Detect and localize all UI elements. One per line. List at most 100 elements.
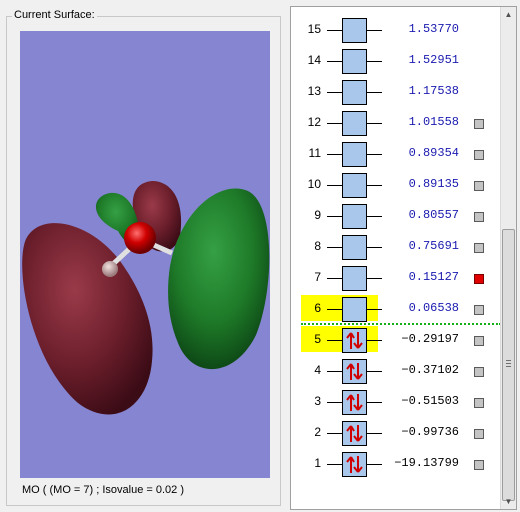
virtual-orbital-box[interactable] bbox=[342, 18, 367, 43]
mo-index: 8 bbox=[314, 239, 321, 253]
mo-energy-value: −19.13799 bbox=[394, 456, 459, 470]
mo-energy-value: 0.89135 bbox=[408, 177, 459, 191]
mo-energy-value: 0.75691 bbox=[408, 239, 459, 253]
mo-energy-value: −0.51503 bbox=[401, 394, 459, 408]
surface-checkbox[interactable] bbox=[474, 305, 484, 315]
electron-pair-icon bbox=[346, 332, 363, 349]
surface-checkbox[interactable] bbox=[474, 429, 484, 439]
occupied-orbital-box[interactable] bbox=[342, 359, 367, 384]
mo-row-11[interactable]: 11 0.89354 bbox=[291, 137, 501, 168]
mo-row-5[interactable]: 5 −0.29197 bbox=[291, 323, 501, 354]
mo-index: 7 bbox=[314, 270, 321, 284]
mo-surface-caption: MO ( (MO = 7) ; Isovalue = 0.02 ) bbox=[22, 484, 184, 496]
mo-index: 12 bbox=[307, 115, 321, 129]
mo-index: 2 bbox=[314, 425, 321, 439]
mo-energy-value: 0.80557 bbox=[408, 208, 459, 222]
mo-energy-value: −0.99736 bbox=[401, 425, 459, 439]
electron-pair-icon bbox=[346, 425, 363, 442]
mo-index: 5 bbox=[314, 332, 321, 346]
spin-down-arrow-icon bbox=[353, 394, 363, 411]
virtual-orbital-box[interactable] bbox=[342, 80, 367, 105]
mo-surface-render bbox=[22, 181, 270, 415]
hydrogen-atom bbox=[102, 261, 118, 277]
virtual-orbital-box[interactable] bbox=[342, 204, 367, 229]
mo-energy-value: −0.37102 bbox=[401, 363, 459, 377]
spin-down-arrow-icon bbox=[353, 332, 363, 349]
mo-row-9[interactable]: 9 0.80557 bbox=[291, 199, 501, 230]
mo-energy-value: 0.89354 bbox=[408, 146, 459, 160]
mo-surface-viewport[interactable] bbox=[20, 31, 270, 478]
surface-checkbox[interactable] bbox=[474, 119, 484, 129]
mo-row-3[interactable]: 3 −0.51503 bbox=[291, 385, 501, 416]
occupied-orbital-box[interactable] bbox=[342, 328, 367, 353]
mo-row-4[interactable]: 4 −0.37102 bbox=[291, 354, 501, 385]
surface-checkbox[interactable] bbox=[474, 367, 484, 377]
surface-checkbox[interactable] bbox=[474, 336, 484, 346]
mo-index: 10 bbox=[307, 177, 321, 191]
virtual-orbital-box[interactable] bbox=[342, 49, 367, 74]
mo-row-12[interactable]: 12 1.01558 bbox=[291, 106, 501, 137]
mo-row-7[interactable]: 7 0.15127 bbox=[291, 261, 501, 292]
vertical-scrollbar[interactable]: ▲ ▼ bbox=[500, 7, 516, 509]
virtual-orbital-box[interactable] bbox=[342, 142, 367, 167]
mo-energy-value: 1.53770 bbox=[408, 22, 459, 36]
electron-pair-icon bbox=[346, 394, 363, 411]
mo-index: 15 bbox=[307, 22, 321, 36]
surface-checkbox[interactable] bbox=[474, 243, 484, 253]
virtual-orbital-box[interactable] bbox=[342, 266, 367, 291]
spin-down-arrow-icon bbox=[353, 456, 363, 473]
spin-up-arrow-icon bbox=[346, 394, 355, 411]
electron-pair-icon bbox=[346, 456, 363, 473]
mo-index: 1 bbox=[314, 456, 321, 470]
mo-row-1[interactable]: 1 −19.13799 bbox=[291, 447, 501, 478]
mo-energy-value: 0.06538 bbox=[408, 301, 459, 315]
mo-row-14[interactable]: 14 1.52951 bbox=[291, 44, 501, 75]
mo-index: 4 bbox=[314, 363, 321, 377]
surface-checkbox[interactable] bbox=[474, 212, 484, 222]
electron-pair-icon bbox=[346, 363, 363, 380]
scrollbar-thumb[interactable] bbox=[502, 229, 515, 501]
mo-energy-value: 1.52951 bbox=[408, 53, 459, 67]
spin-down-arrow-icon bbox=[353, 425, 363, 442]
homo-lumo-gap-line bbox=[301, 323, 501, 325]
mo-index: 14 bbox=[307, 53, 321, 67]
spin-up-arrow-icon bbox=[346, 363, 355, 380]
spin-up-arrow-icon bbox=[346, 425, 355, 442]
mo-row-15[interactable]: 15 1.53770 bbox=[291, 13, 501, 44]
mo-rows: 15 1.53770 14 1.52951 13 1.17538 12 1.01558 11 0.… bbox=[291, 7, 501, 509]
mo-energy-value: 0.15127 bbox=[408, 270, 459, 284]
occupied-orbital-box[interactable] bbox=[342, 421, 367, 446]
virtual-orbital-box[interactable] bbox=[342, 297, 367, 322]
spin-up-arrow-icon bbox=[346, 456, 355, 473]
surface-checkbox[interactable] bbox=[474, 398, 484, 408]
virtual-orbital-box[interactable] bbox=[342, 235, 367, 260]
mo-energy-value: 1.17538 bbox=[408, 84, 459, 98]
occupied-orbital-box[interactable] bbox=[342, 390, 367, 415]
virtual-orbital-box[interactable] bbox=[342, 111, 367, 136]
mo-energy-list[interactable]: 15 1.53770 14 1.52951 13 1.17538 12 1.01558 11 0.… bbox=[290, 6, 517, 510]
mo-row-10[interactable]: 10 0.89135 bbox=[291, 168, 501, 199]
mo-index: 9 bbox=[314, 208, 321, 222]
oxygen-atom bbox=[124, 222, 156, 254]
current-surface-title: Current Surface: bbox=[12, 9, 97, 22]
mo-row-8[interactable]: 8 0.75691 bbox=[291, 230, 501, 261]
arrow-up-icon[interactable]: ▲ bbox=[501, 7, 516, 22]
spin-down-arrow-icon bbox=[353, 363, 363, 380]
mo-row-2[interactable]: 2 −0.99736 bbox=[291, 416, 501, 447]
spin-up-arrow-icon bbox=[346, 332, 355, 349]
large-green-lobe bbox=[168, 188, 270, 370]
virtual-orbital-box[interactable] bbox=[342, 173, 367, 198]
surface-checkbox[interactable] bbox=[474, 181, 484, 191]
mo-row-6[interactable]: 6 0.06538 bbox=[291, 292, 501, 323]
mo-row-13[interactable]: 13 1.17538 bbox=[291, 75, 501, 106]
mo-index: 13 bbox=[307, 84, 321, 98]
mo-energy-value: 1.01558 bbox=[408, 115, 459, 129]
arrow-down-icon[interactable]: ▼ bbox=[501, 494, 516, 509]
surface-checkbox[interactable] bbox=[474, 274, 484, 284]
mo-energy-value: −0.29197 bbox=[401, 332, 459, 346]
occupied-orbital-box[interactable] bbox=[342, 452, 367, 477]
surface-checkbox[interactable] bbox=[474, 460, 484, 470]
surface-checkbox[interactable] bbox=[474, 150, 484, 160]
mo-index: 11 bbox=[308, 146, 321, 160]
mo-index: 6 bbox=[314, 301, 321, 315]
